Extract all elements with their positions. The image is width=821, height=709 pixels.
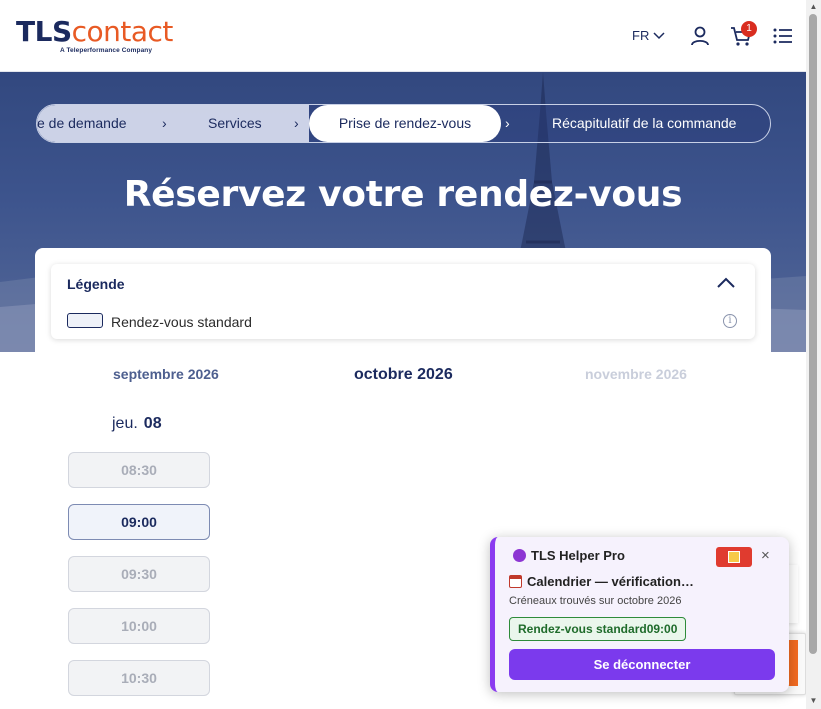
info-glyph: i	[728, 315, 732, 326]
chevron-down-icon	[653, 31, 665, 39]
day-header: jeu. 08	[112, 415, 162, 433]
step-appointment[interactable]: Prise de rendez-vous	[309, 105, 501, 142]
chevron-right-icon: ›	[162, 115, 167, 131]
booking-stepper: e de demande Services › › Prise de rende…	[36, 104, 771, 143]
month-prev-button[interactable]: septembre 2026	[113, 366, 219, 382]
helper-title-text: TLS Helper Pro	[531, 548, 625, 563]
close-icon[interactable]: ×	[761, 547, 770, 564]
tlscontact-logo[interactable]: TLScontact A Teleperformance Company	[16, 15, 174, 55]
legend-standard-swatch	[67, 313, 103, 328]
day-weekday: jeu.	[112, 415, 138, 432]
helper-subtitle: Créneaux trouvés sur octobre 2026	[509, 595, 682, 607]
menu-list-icon	[773, 28, 792, 44]
page-scrollbar[interactable]: ▲ ▼	[806, 0, 821, 709]
step-summary-label: Récapitulatif de la commande	[552, 115, 737, 131]
logo-contact-text: contact	[71, 15, 174, 48]
time-slot-1030[interactable]: 10:30	[68, 660, 210, 696]
step-summary[interactable]: Récapitulatif de la commande	[552, 105, 736, 142]
language-selector[interactable]: FR	[632, 28, 665, 43]
month-current: octobre 2026	[354, 366, 453, 383]
chevron-up-icon	[717, 277, 735, 288]
language-label: FR	[632, 28, 650, 43]
time-slot-0900[interactable]: 09:00	[68, 504, 210, 540]
legend-panel: Légende Rendez-vous standard i	[51, 264, 755, 339]
legend-standard-label: Rendez-vous standard	[111, 314, 252, 330]
helper-status-text: Calendrier — vérification…	[527, 574, 694, 589]
scroll-down-arrow-icon[interactable]: ▼	[809, 697, 818, 705]
day-number: 08	[143, 415, 162, 432]
month-next-button[interactable]: novembre 2026	[585, 366, 687, 382]
time-slot-0930[interactable]: 09:30	[68, 556, 210, 592]
found-slot-badge[interactable]: Rendez-vous standard09:00	[509, 617, 687, 641]
menu-button[interactable]	[771, 24, 795, 48]
step-application-label: e de demande	[37, 115, 127, 131]
chevron-right-icon: ›	[505, 115, 510, 131]
scrollbar-thumb[interactable]	[809, 14, 817, 654]
time-slot-1000[interactable]: 10:00	[68, 608, 210, 644]
calendar-icon	[509, 575, 522, 588]
site-header: TLScontact A Teleperformance Company FR …	[0, 0, 806, 72]
step-appointment-label: Prise de rendez-vous	[338, 115, 472, 131]
purple-circle-icon	[513, 549, 526, 562]
user-icon	[691, 26, 709, 46]
chevron-right-icon: ›	[294, 115, 299, 131]
account-button[interactable]	[688, 24, 712, 48]
page-title: Réservez votre rendez-vous	[123, 174, 683, 215]
helper-title: TLS Helper Pro	[513, 548, 625, 563]
logout-button[interactable]: Se déconnecter	[509, 649, 775, 680]
logo-tagline: A Teleperformance Company	[60, 47, 153, 54]
time-slot-0830[interactable]: 08:30	[68, 452, 210, 488]
stop-button[interactable]	[716, 547, 752, 567]
helper-status: Calendrier — vérification…	[509, 574, 709, 589]
legend-collapse-button[interactable]	[715, 274, 737, 292]
scroll-up-arrow-icon[interactable]: ▲	[809, 3, 818, 11]
legend-title: Légende	[67, 276, 125, 292]
cart-count-badge: 1	[741, 21, 757, 37]
info-icon[interactable]: i	[723, 314, 737, 328]
helper-extension-popup: TLS Helper Pro × Calendrier — vérificati…	[490, 537, 789, 692]
step-services-label: Services	[208, 115, 262, 131]
logo-tls-text: TLS	[16, 15, 72, 48]
step-application[interactable]: e de demande Services	[37, 105, 309, 142]
